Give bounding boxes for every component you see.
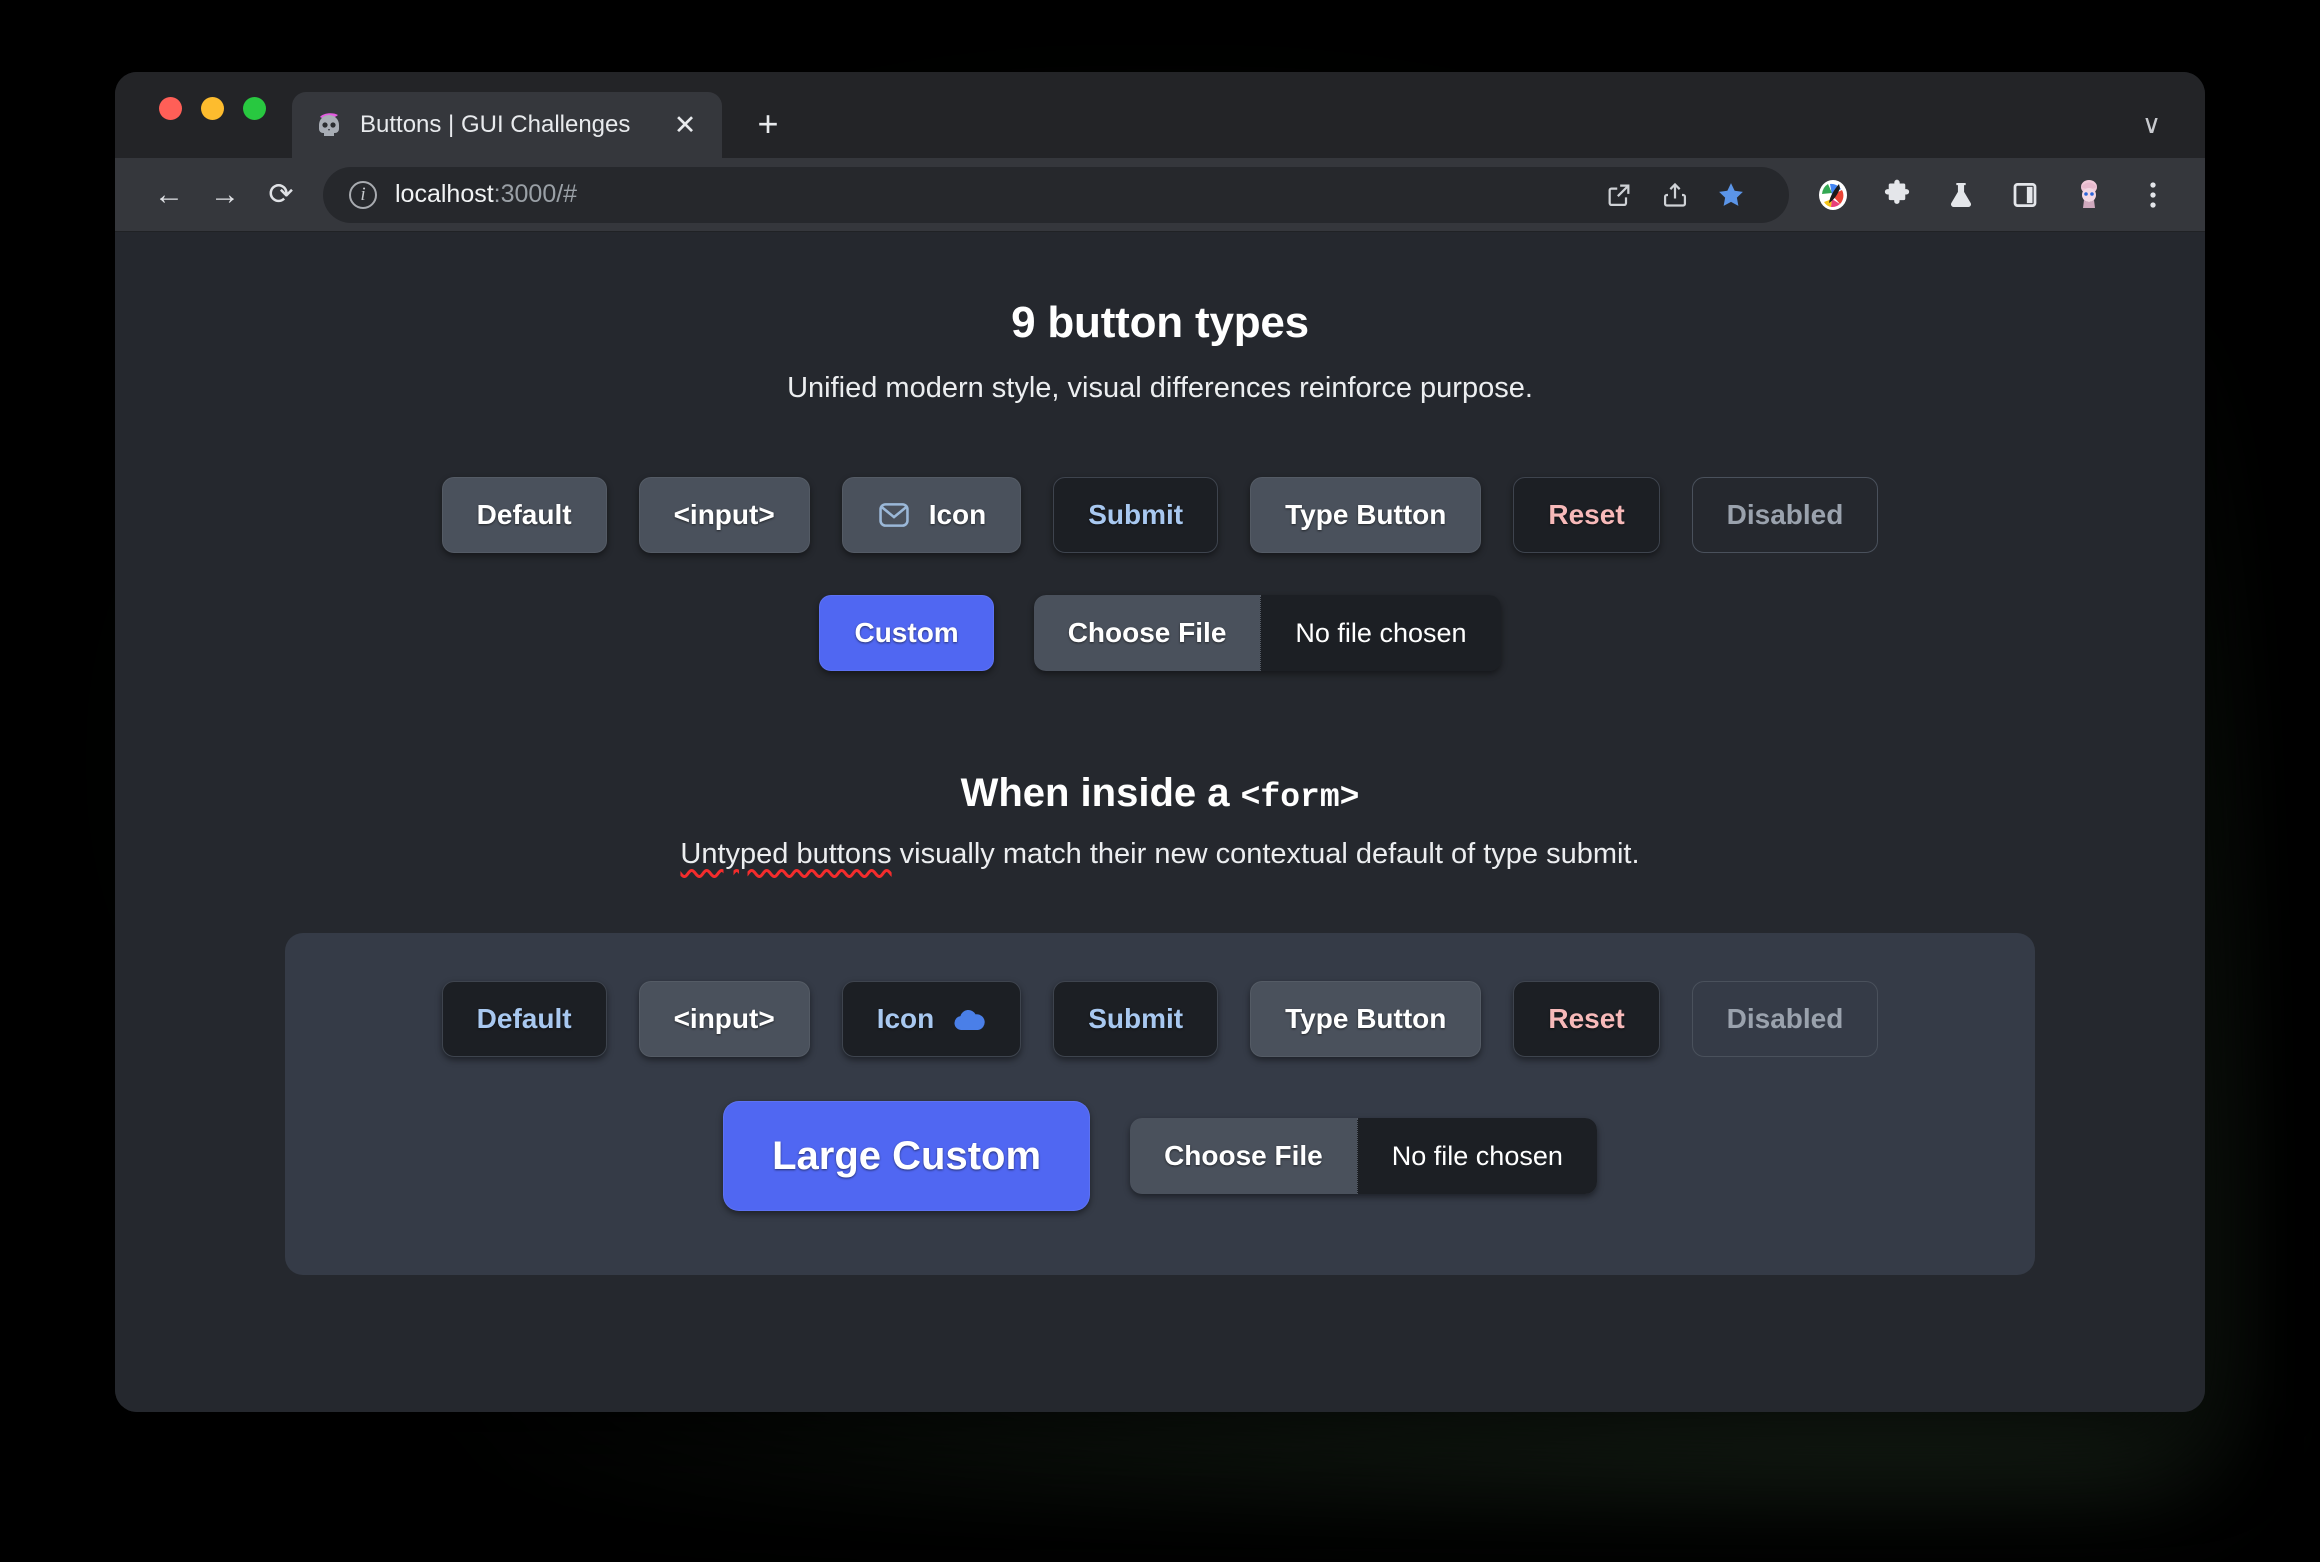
form-icon-button[interactable]: Icon [841, 981, 1022, 1057]
disabled-button: Disabled [1691, 477, 1879, 553]
section-title-text: When inside a [960, 771, 1241, 815]
form-button-row-secondary: Large Custom Choose File No file chosen [285, 1101, 2035, 1211]
address-bar-actions [1593, 169, 1763, 221]
skull-favicon-icon [314, 110, 344, 140]
default-button[interactable]: Default [441, 477, 607, 553]
spellcheck-highlight: Untyped buttons [680, 838, 892, 870]
form-button-row-primary: Default <input> Icon Submit Type Button … [285, 981, 2035, 1057]
maximize-window-button[interactable] [243, 96, 266, 120]
bookmark-star-icon[interactable] [1705, 169, 1757, 221]
choose-file-button[interactable]: Choose File [1033, 595, 1261, 671]
url-path: :3000/# [493, 180, 578, 208]
input-button[interactable]: <input> [638, 477, 810, 553]
window-traffic-lights [143, 72, 292, 158]
form-submit-button[interactable]: Submit [1053, 981, 1219, 1057]
file-status-label: No file chosen [1260, 595, 1501, 671]
url-host: localhost [395, 180, 494, 208]
browser-extension-icons [1807, 169, 2179, 221]
color-palette-icon[interactable] [1807, 169, 1859, 221]
site-info-icon[interactable]: i [349, 180, 377, 209]
address-bar-url: localhost:3000/# [395, 180, 577, 209]
tab-title: Buttons | GUI Challenges [360, 111, 631, 138]
browser-window: Buttons | GUI Challenges ✕ + ∨ ← → ⟳ i l… [115, 72, 2205, 1412]
tab-strip: Buttons | GUI Challenges ✕ + ∨ [115, 72, 2205, 158]
large-custom-button[interactable]: Large Custom [723, 1101, 1091, 1211]
page-content: 9 button types Unified modern style, vis… [115, 232, 2205, 1412]
profile-avatar-icon[interactable] [2063, 169, 2115, 221]
three-dot-menu-icon[interactable] [2127, 169, 2179, 221]
page-subtitle: Unified modern style, visual differences… [787, 372, 1533, 404]
form-file-status-label: No file chosen [1356, 1118, 1597, 1194]
button-row-secondary: Custom Choose File No file chosen [115, 595, 2205, 671]
browser-toolbar: ← → ⟳ i localhost:3000/# [115, 158, 2205, 232]
flask-beaker-icon[interactable] [1935, 169, 1987, 221]
address-bar[interactable]: i localhost:3000/# [323, 166, 1789, 223]
form-choose-file-button[interactable]: Choose File [1130, 1118, 1357, 1194]
back-button[interactable]: ← [141, 167, 197, 223]
new-tab-button[interactable]: + [748, 106, 788, 142]
page-title: 9 button types [1011, 298, 1309, 347]
close-tab-icon[interactable]: ✕ [668, 111, 702, 139]
form-input-button[interactable]: <input> [638, 981, 810, 1057]
chevron-down-icon[interactable]: ∨ [2142, 109, 2161, 140]
custom-button[interactable]: Custom [819, 595, 994, 671]
icon-button-label: Icon [928, 499, 987, 530]
reload-button[interactable]: ⟳ [253, 167, 309, 223]
envelope-icon [877, 498, 911, 532]
close-window-button[interactable] [159, 96, 182, 120]
section-subtitle: Untyped buttons visually match their new… [115, 838, 2205, 871]
file-input[interactable]: Choose File No file chosen [1033, 595, 1501, 671]
form-reset-button[interactable]: Reset [1513, 981, 1660, 1057]
extensions-puzzle-icon[interactable] [1871, 169, 1923, 221]
section-title-code: <form> [1240, 779, 1360, 816]
minimize-window-button[interactable] [201, 96, 224, 120]
submit-button[interactable]: Submit [1053, 477, 1219, 553]
button-row-primary: Default <input> Icon Submit Type Button … [115, 477, 2205, 553]
form-icon-button-label: Icon [876, 1003, 935, 1034]
form-file-input[interactable]: Choose File No file chosen [1130, 1118, 1597, 1194]
section-title: When inside a <form> [115, 771, 2205, 816]
side-panel-icon[interactable] [1999, 169, 2051, 221]
share-icon[interactable] [1649, 169, 1701, 221]
form-type-button[interactable]: Type Button [1250, 981, 1482, 1057]
form-container: Default <input> Icon Submit Type Button … [285, 933, 2035, 1275]
browser-tab[interactable]: Buttons | GUI Challenges ✕ [292, 92, 722, 158]
form-default-button[interactable]: Default [441, 981, 607, 1057]
forward-button[interactable]: → [197, 167, 253, 223]
type-button[interactable]: Type Button [1250, 477, 1482, 553]
reset-button[interactable]: Reset [1513, 477, 1660, 553]
section-subtitle-rest: visually match their new contextual defa… [891, 838, 1640, 870]
cloud-icon [952, 1002, 986, 1036]
icon-button[interactable]: Icon [841, 477, 1022, 553]
open-in-new-icon[interactable] [1593, 169, 1645, 221]
form-disabled-button: Disabled [1691, 981, 1879, 1057]
